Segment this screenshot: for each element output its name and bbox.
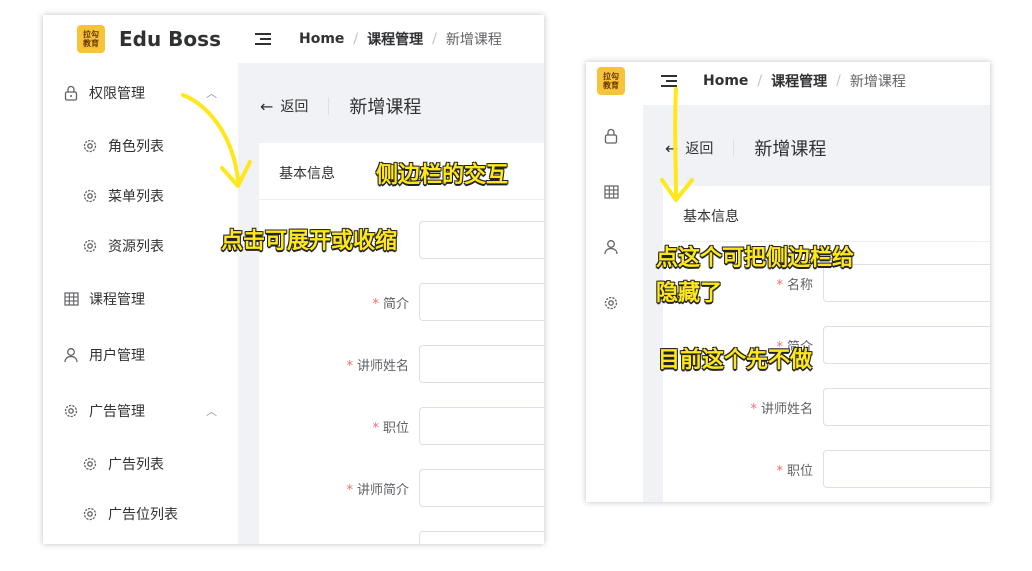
right-screenshot-panel: 拉勾 教育 Home / 课程管理 / 新增课程 ← 返回 新增课程 基本信息 …: [586, 62, 990, 502]
breadcrumb-home[interactable]: Home: [299, 31, 344, 47]
breadcrumb-course[interactable]: 课程管理: [367, 29, 423, 49]
gear-icon: [82, 456, 98, 472]
sidebar-item-label: 广告管理: [89, 404, 145, 420]
card-header: 基本信息: [279, 166, 335, 182]
breadcrumb-separator: /: [353, 31, 359, 47]
divider: [328, 97, 330, 115]
back-label: 返回: [280, 99, 309, 115]
sidebar-item-ad-list[interactable]: 广告列表: [82, 454, 164, 474]
position-input[interactable]: [419, 407, 544, 445]
sidebar-item-user[interactable]: 用户管理: [63, 345, 145, 365]
hamburger-icon[interactable]: [255, 32, 271, 46]
sidebar-item-role-list[interactable]: 角色列表: [82, 136, 164, 156]
header: Home / 课程管理 / 新增课程: [255, 15, 502, 63]
logo-text-2: 教育: [603, 81, 619, 90]
form-row-intro: * 简介: [372, 296, 409, 312]
sidebar-item-menu-list[interactable]: 菜单列表: [82, 186, 164, 206]
field-label-position: 职位: [786, 463, 813, 479]
form-row-position: * 职位: [372, 420, 409, 436]
sidebar-item-resource-list[interactable]: 资源列表: [82, 236, 164, 256]
position-input[interactable]: [823, 450, 990, 488]
grid-icon: [63, 291, 79, 307]
gear-icon[interactable]: [603, 295, 619, 315]
page-header: ← 返回 新增课程: [260, 93, 421, 119]
sidebar-item-label: 资源列表: [108, 239, 164, 255]
sidebar-item-label: 权限管理: [89, 86, 145, 102]
brand-name: Edu Boss: [119, 27, 221, 51]
breadcrumb-current: 新增课程: [445, 32, 502, 48]
lock-icon[interactable]: [604, 128, 618, 148]
teacher-name-input[interactable]: [419, 345, 544, 383]
teacher-name-input[interactable]: [823, 388, 990, 426]
breadcrumb-separator: /: [432, 31, 437, 47]
form-row-position: * 职位: [776, 463, 813, 479]
annotation-sidebar-interaction: 侧边栏的交互: [376, 163, 509, 188]
divider: [733, 139, 735, 157]
sidebar-item-label: 广告列表: [108, 457, 164, 473]
lock-icon: [63, 85, 79, 101]
back-button[interactable]: ← 返回: [260, 96, 308, 116]
intro-input[interactable]: [823, 326, 990, 364]
field-label-teacher: 讲师姓名: [760, 401, 813, 417]
breadcrumb-current: 新增课程: [849, 74, 906, 90]
breadcrumb: Home / 课程管理 / 新增课程: [703, 71, 906, 91]
annotation-expand-collapse: 点击可展开或收缩: [221, 229, 398, 254]
logo-text-1: 拉勾: [603, 72, 619, 81]
logo: 拉勾 教育 Edu Boss: [77, 24, 221, 54]
page-title: 新增课程: [349, 97, 422, 118]
name-input[interactable]: [419, 221, 544, 259]
field-label-teacher-intro: 讲师简介: [356, 482, 409, 498]
gear-icon: [82, 188, 98, 204]
annotation-not-now: 目前这个先不做: [658, 348, 813, 373]
left-screenshot-panel: 拉勾 教育 Edu Boss 权限管理 ︿ 角色列表 菜单列表 资源列表 课程管…: [43, 15, 544, 544]
breadcrumb: Home / 课程管理 / 新增课程: [299, 29, 502, 49]
user-icon: [63, 347, 79, 363]
breadcrumb-home[interactable]: Home: [703, 73, 748, 89]
logo-badge: 拉勾 教育: [597, 67, 625, 95]
gear-icon: [82, 138, 98, 154]
sidebar-item-ad-slot-list[interactable]: 广告位列表: [82, 504, 178, 524]
sidebar-item-course[interactable]: 课程管理: [63, 289, 145, 309]
field-label-intro: 简介: [382, 296, 409, 312]
annotation-arrow-icon: [181, 93, 252, 188]
card-header: 基本信息: [683, 209, 739, 225]
chevron-up-icon[interactable]: ︿: [206, 403, 217, 419]
annotation-hide-sidebar-1: 点这个可把侧边栏给: [656, 246, 855, 271]
page-title: 新增课程: [754, 139, 827, 160]
intro-input[interactable]: [419, 283, 544, 321]
breadcrumb-separator: /: [757, 73, 763, 89]
teacher-intro-input[interactable]: [419, 469, 544, 507]
card-divider: [259, 199, 544, 200]
user-icon[interactable]: [604, 239, 618, 259]
next-input[interactable]: [419, 531, 544, 544]
sidebar-item-label: 课程管理: [89, 292, 145, 308]
field-label-position: 职位: [382, 420, 409, 436]
sidebar-item-label: 角色列表: [108, 139, 164, 155]
form-card: 基本信息 * 简介 * 讲师姓名 * 职位 * 讲师简介: [259, 143, 544, 544]
sidebar-item-permission[interactable]: 权限管理: [63, 83, 145, 103]
grid-icon[interactable]: [604, 184, 619, 203]
arrow-left-icon: ←: [260, 96, 274, 116]
sidebar-collapsed: 拉勾 教育: [586, 62, 643, 502]
field-label-name: 名称: [786, 277, 813, 293]
gear-icon: [63, 403, 79, 419]
sidebar-item-label: 广告位列表: [108, 507, 178, 523]
field-label-teacher: 讲师姓名: [356, 358, 409, 374]
gear-icon: [82, 506, 98, 522]
annotation-arrow-icon: [660, 87, 694, 202]
logo-badge: 拉勾 教育: [77, 25, 105, 53]
sidebar-item-label: 用户管理: [89, 348, 145, 364]
annotation-hide-sidebar-2: 隐藏了: [656, 281, 723, 306]
logo-text-2: 教育: [83, 39, 99, 48]
form-row-teacher-intro: * 讲师简介: [346, 482, 409, 498]
gear-icon: [82, 238, 98, 254]
form-row-teacher: * 讲师姓名: [750, 401, 813, 417]
sidebar-item-label: 菜单列表: [108, 189, 164, 205]
breadcrumb-separator: /: [836, 73, 841, 89]
breadcrumb-course[interactable]: 课程管理: [771, 71, 827, 91]
form-row-teacher: * 讲师姓名: [346, 358, 409, 374]
sidebar-item-ads[interactable]: 广告管理: [63, 401, 145, 421]
logo-text-1: 拉勾: [83, 30, 99, 39]
